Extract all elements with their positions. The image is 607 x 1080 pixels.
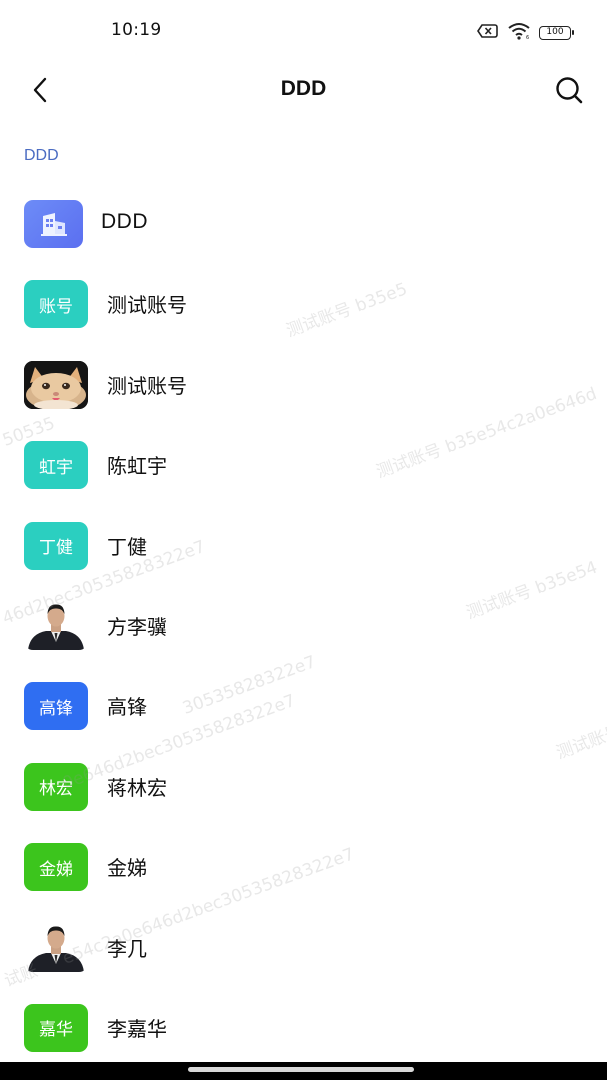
avatar-photo-person [24, 923, 88, 972]
list-item[interactable]: 方李骥 [0, 585, 607, 665]
avatar-text: 丁健 [39, 538, 73, 559]
avatar: 账号 [24, 280, 88, 329]
home-indicator[interactable] [188, 1067, 414, 1072]
list-item[interactable]: 嘉华 李嘉华 [0, 987, 607, 1067]
search-button[interactable] [551, 72, 587, 108]
nav-bar: DDD [0, 60, 607, 120]
list-item[interactable]: 丁健 丁健 [0, 505, 607, 585]
status-icons: 6 100 [477, 22, 574, 44]
svg-text:6: 6 [526, 35, 529, 40]
avatar-text: 虹宇 [39, 457, 73, 478]
person-photo [24, 923, 88, 972]
list-item-name: 测试账号 [107, 293, 187, 318]
breadcrumb[interactable]: DDD [24, 147, 59, 165]
sim-off-icon [477, 23, 499, 43]
list-item[interactable]: 测试账号 [0, 344, 607, 424]
avatar: 金娣 [24, 843, 88, 892]
list-item[interactable]: 金娣 金娣 [0, 826, 607, 906]
status-time: 10:19 [111, 20, 162, 40]
avatar-text: 林宏 [39, 779, 73, 800]
list-item[interactable]: 李几 [0, 907, 607, 987]
list-item[interactable]: 虹宇 陈虹宇 [0, 424, 607, 504]
list-item-name: 方李骥 [107, 614, 167, 639]
avatar: 林宏 [24, 762, 88, 811]
avatar-text: 高锋 [39, 698, 73, 719]
member-list: DDD 账号 测试账号 测试账号 虹宇 陈虹宇 丁健 丁健 方李骥 高锋 高锋 … [0, 183, 607, 1067]
avatar-photo-person [24, 601, 88, 650]
list-item-org[interactable]: DDD [0, 183, 607, 263]
list-item-name: DDD [101, 210, 148, 233]
cat-photo [24, 360, 88, 409]
battery-icon: 100 [539, 26, 574, 40]
avatar: 高锋 [24, 682, 88, 731]
list-item-name: 李嘉华 [107, 1016, 167, 1041]
list-item[interactable]: 账号 测试账号 [0, 263, 607, 343]
list-item-name: 丁健 [107, 534, 147, 559]
list-item-name: 高锋 [107, 695, 147, 720]
building-icon [40, 213, 67, 236]
avatar-text: 账号 [39, 296, 73, 317]
avatar-photo-cat [24, 360, 88, 409]
list-item-name: 金娣 [107, 856, 147, 881]
list-item-name: 测试账号 [107, 373, 187, 398]
list-item[interactable]: 林宏 蒋林宏 [0, 746, 607, 826]
list-item-name: 蒋林宏 [107, 775, 167, 800]
avatar-text: 金娣 [39, 859, 73, 880]
list-item[interactable]: 高锋 高锋 [0, 665, 607, 745]
status-bar: 10:19 6 100 [0, 0, 607, 60]
avatar: 虹宇 [24, 441, 88, 490]
page-title: DDD [280, 77, 327, 100]
person-photo [24, 601, 88, 650]
avatar: 嘉华 [24, 1003, 88, 1052]
list-item-name: 陈虹宇 [107, 454, 167, 479]
avatar-text: 嘉华 [39, 1020, 73, 1041]
avatar: 丁健 [24, 521, 88, 570]
list-item-name: 李几 [107, 936, 147, 961]
wifi-icon: 6 [507, 22, 531, 44]
org-avatar [24, 200, 83, 248]
search-icon [556, 77, 583, 104]
